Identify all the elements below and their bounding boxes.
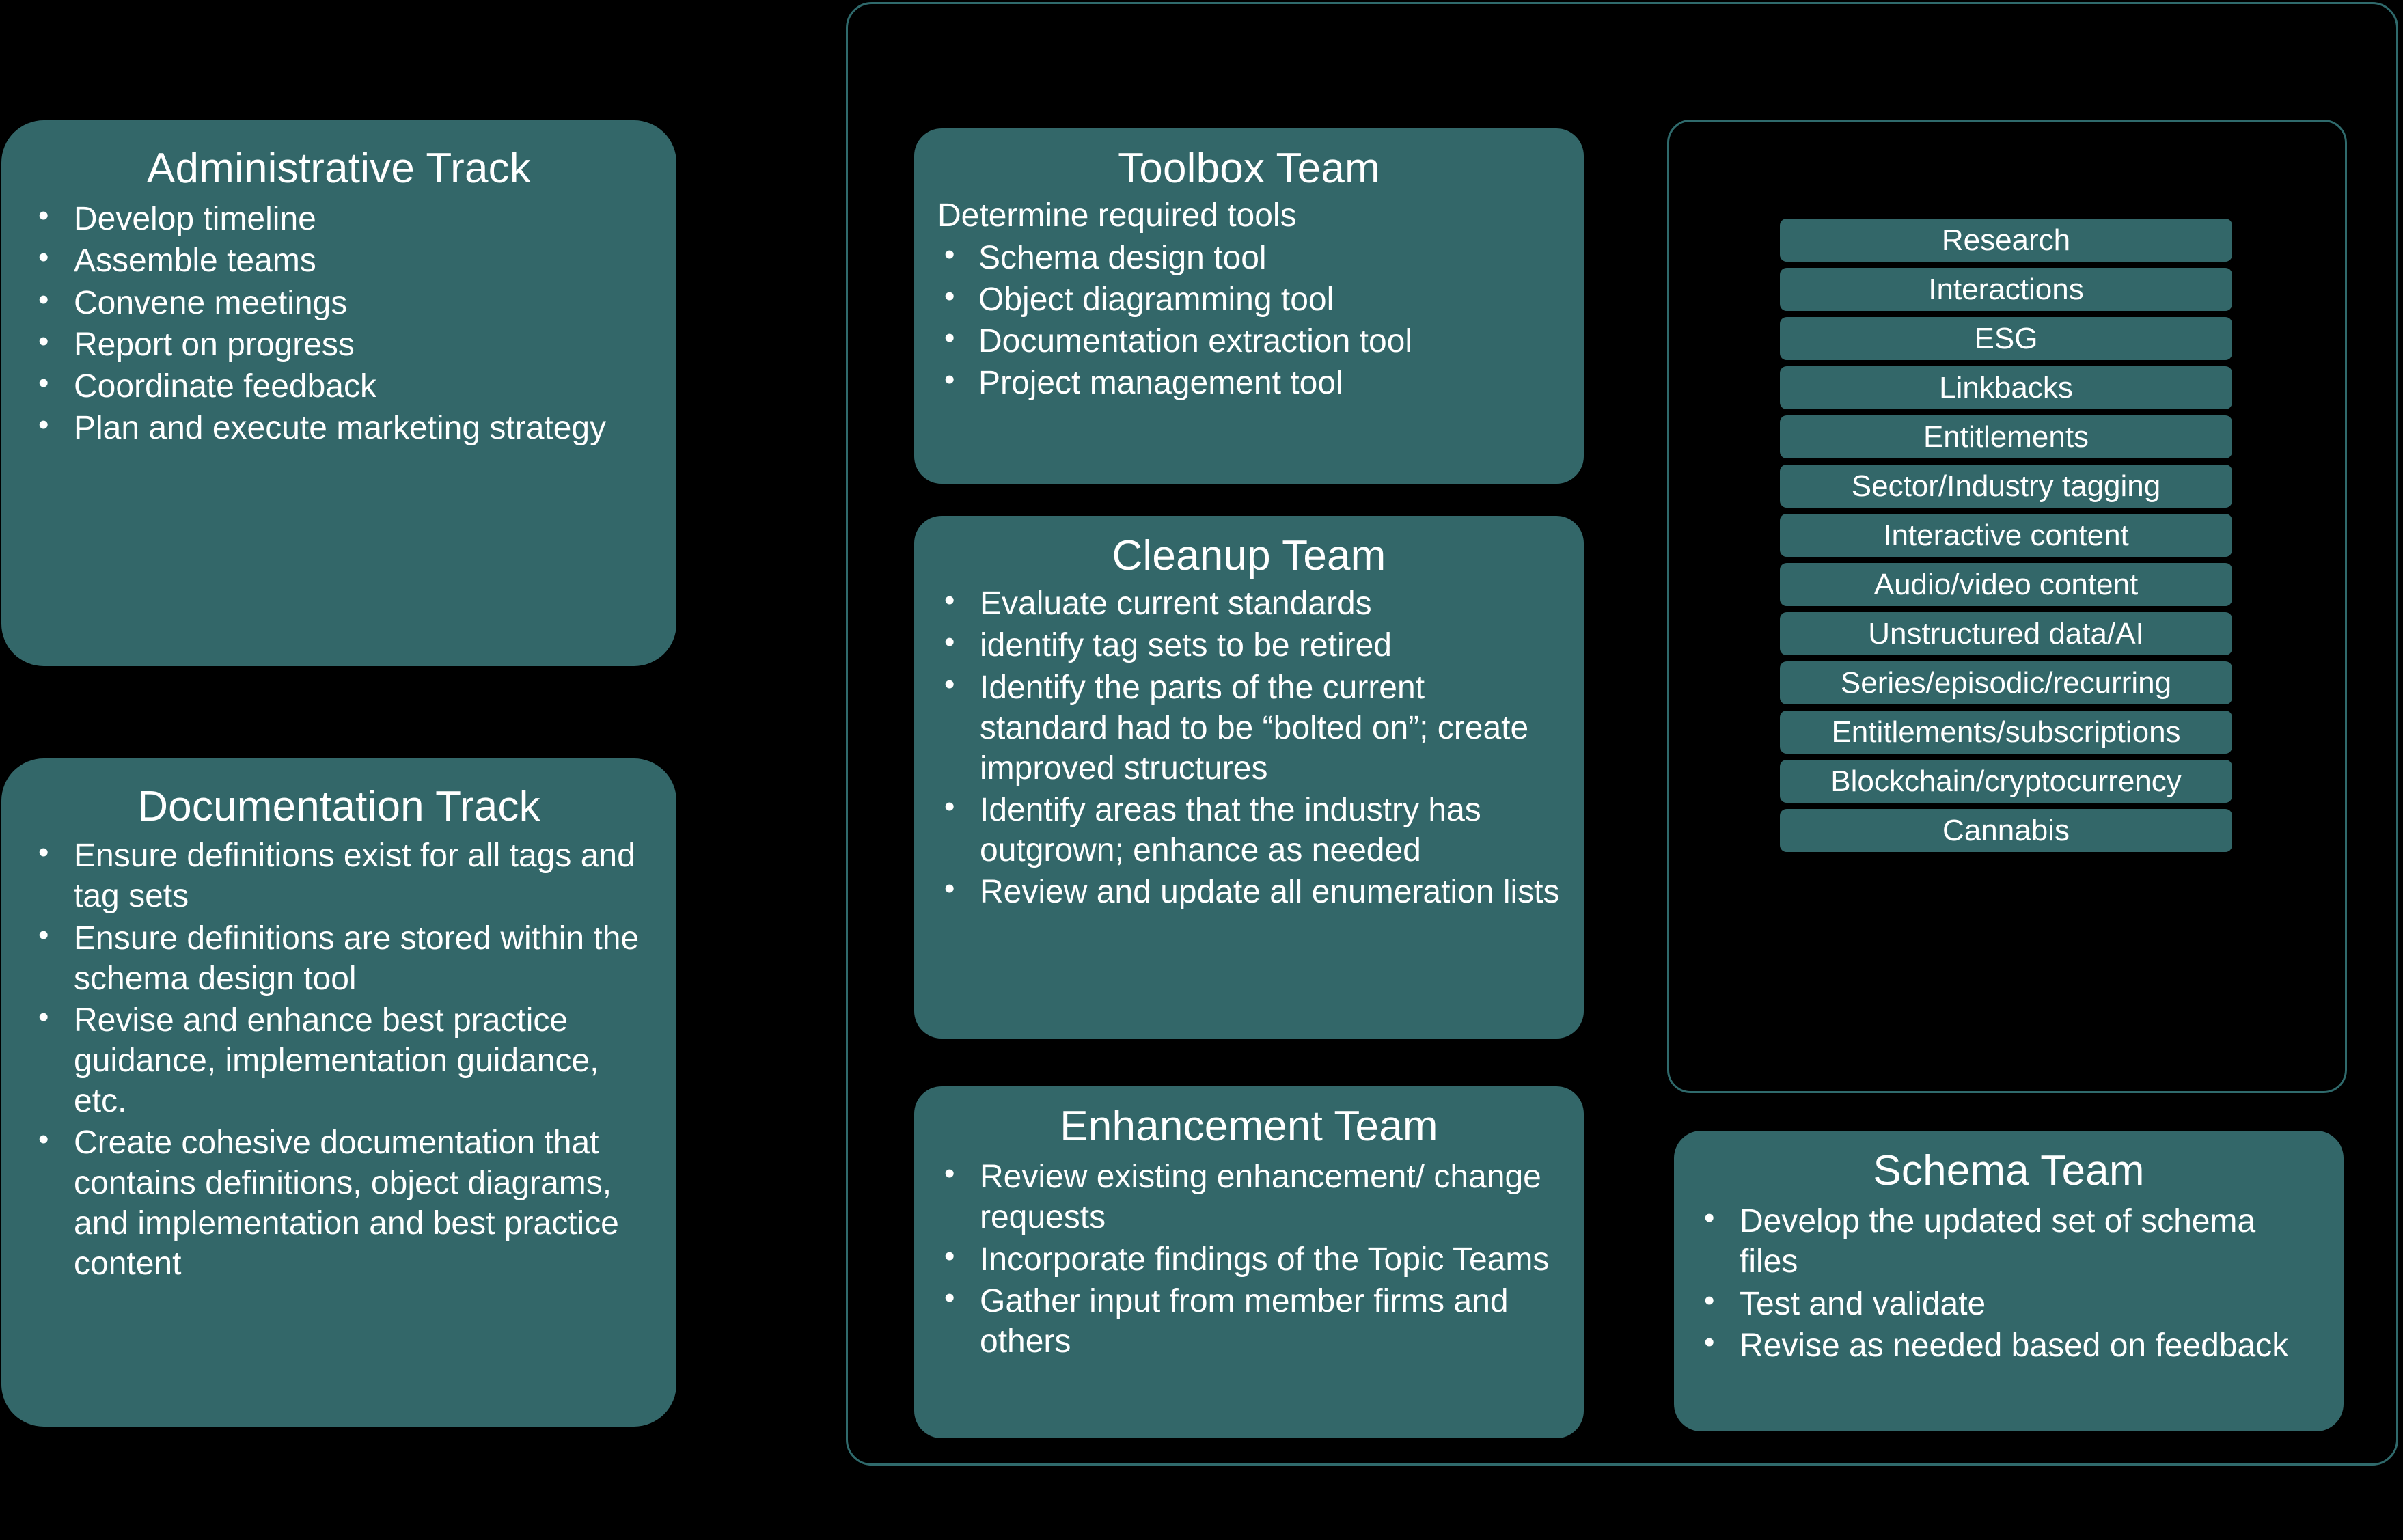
documentation-track-title: Documentation Track: [137, 783, 540, 830]
enhancement-team-bullet-list: Review existing enhancement/ change requ…: [937, 1155, 1561, 1362]
topic-pill-esg[interactable]: ESG: [1780, 317, 2232, 360]
list-item: Test and validate: [1697, 1282, 2320, 1324]
list-item: Assemble teams: [31, 239, 646, 281]
topic-pill-interactions[interactable]: Interactions: [1780, 268, 2232, 311]
topic-pill-unstructured-data-ai[interactable]: Unstructured data/AI: [1780, 612, 2232, 655]
enhancement-team-title: Enhancement Team: [1060, 1103, 1438, 1150]
documentation-track-card: Documentation Track Ensure definitions e…: [1, 758, 676, 1427]
topic-pill-research[interactable]: Research: [1780, 219, 2232, 262]
list-item: Identify the parts of the current standa…: [937, 665, 1561, 788]
list-item: Develop timeline: [31, 197, 646, 239]
list-item: Documentation extraction tool: [937, 320, 1561, 361]
list-item: Review existing enhancement/ change requ…: [937, 1155, 1561, 1237]
schema-team-card: Schema Team Develop the updated set of s…: [1674, 1131, 2344, 1431]
topic-pill-entitlements[interactable]: Entitlements: [1780, 415, 2232, 458]
toolbox-team-card: Toolbox Team Determine required tools Sc…: [914, 128, 1584, 484]
topic-pill-blockchain-cryptocurrency[interactable]: Blockchain/cryptocurrency: [1780, 760, 2232, 803]
schema-team-bullet-list: Develop the updated set of schema files …: [1697, 1200, 2320, 1366]
topic-pill-interactive-content[interactable]: Interactive content: [1780, 514, 2232, 557]
topic-pill-sector-industry-tagging[interactable]: Sector/Industry tagging: [1780, 465, 2232, 508]
list-item: Ensure definitions exist for all tags an…: [31, 834, 646, 916]
topic-pill-cannabis[interactable]: Cannabis: [1780, 809, 2232, 852]
toolbox-team-bullet-list: Schema design tool Object diagramming to…: [937, 236, 1561, 403]
list-item: Report on progress: [31, 323, 646, 365]
list-item: Plan and execute marketing strategy: [31, 407, 646, 448]
enhancement-team-card: Enhancement Team Review existing enhance…: [914, 1086, 1584, 1438]
list-item: Gather input from member firms and other…: [937, 1280, 1561, 1362]
list-item: Create cohesive documentation that conta…: [31, 1121, 646, 1284]
list-item: Review and update all enumeration lists: [937, 870, 1561, 912]
toolbox-team-lead: Determine required tools: [937, 197, 1297, 234]
cleanup-team-card: Cleanup Team Evaluate current standards …: [914, 516, 1584, 1039]
list-item: Revise and enhance best practice guidanc…: [31, 999, 646, 1121]
cleanup-team-bullet-list: Evaluate current standards identify tag …: [937, 582, 1561, 912]
toolbox-team-title: Toolbox Team: [1118, 145, 1380, 192]
topic-pill-linkbacks[interactable]: Linkbacks: [1780, 366, 2232, 409]
topic-pill-entitlements-subscriptions[interactable]: Entitlements/subscriptions: [1780, 711, 2232, 754]
list-item: Project management tool: [937, 361, 1561, 403]
topic-teams-list: Research Interactions ESG Linkbacks Enti…: [1780, 219, 2232, 852]
administrative-track-bullet-list: Develop timeline Assemble teams Convene …: [31, 197, 646, 448]
list-item: Develop the updated set of schema files: [1697, 1200, 2320, 1282]
documentation-track-bullet-list: Ensure definitions exist for all tags an…: [31, 834, 646, 1284]
list-item: Identify areas that the industry has out…: [937, 788, 1561, 870]
list-item: Coordinate feedback: [31, 365, 646, 407]
list-item: Ensure definitions are stored within the…: [31, 916, 646, 999]
list-item: Object diagramming tool: [937, 278, 1561, 320]
list-item: identify tag sets to be retired: [937, 624, 1561, 665]
list-item: Evaluate current standards: [937, 582, 1561, 624]
diagram-canvas: Administrative Track Develop timeline As…: [0, 0, 2403, 1540]
list-item: Incorporate findings of the Topic Teams: [937, 1237, 1561, 1280]
cleanup-team-title: Cleanup Team: [1112, 532, 1386, 579]
list-item: Schema design tool: [937, 236, 1561, 278]
schema-team-title: Schema Team: [1873, 1147, 2145, 1194]
administrative-track-card: Administrative Track Develop timeline As…: [1, 120, 676, 666]
administrative-track-title: Administrative Track: [146, 145, 532, 192]
list-item: Convene meetings: [31, 281, 646, 323]
list-item: Revise as needed based on feedback: [1697, 1324, 2320, 1366]
topic-pill-series-episodic-recurring[interactable]: Series/episodic/recurring: [1780, 661, 2232, 704]
topic-pill-audio-video-content[interactable]: Audio/video content: [1780, 563, 2232, 606]
